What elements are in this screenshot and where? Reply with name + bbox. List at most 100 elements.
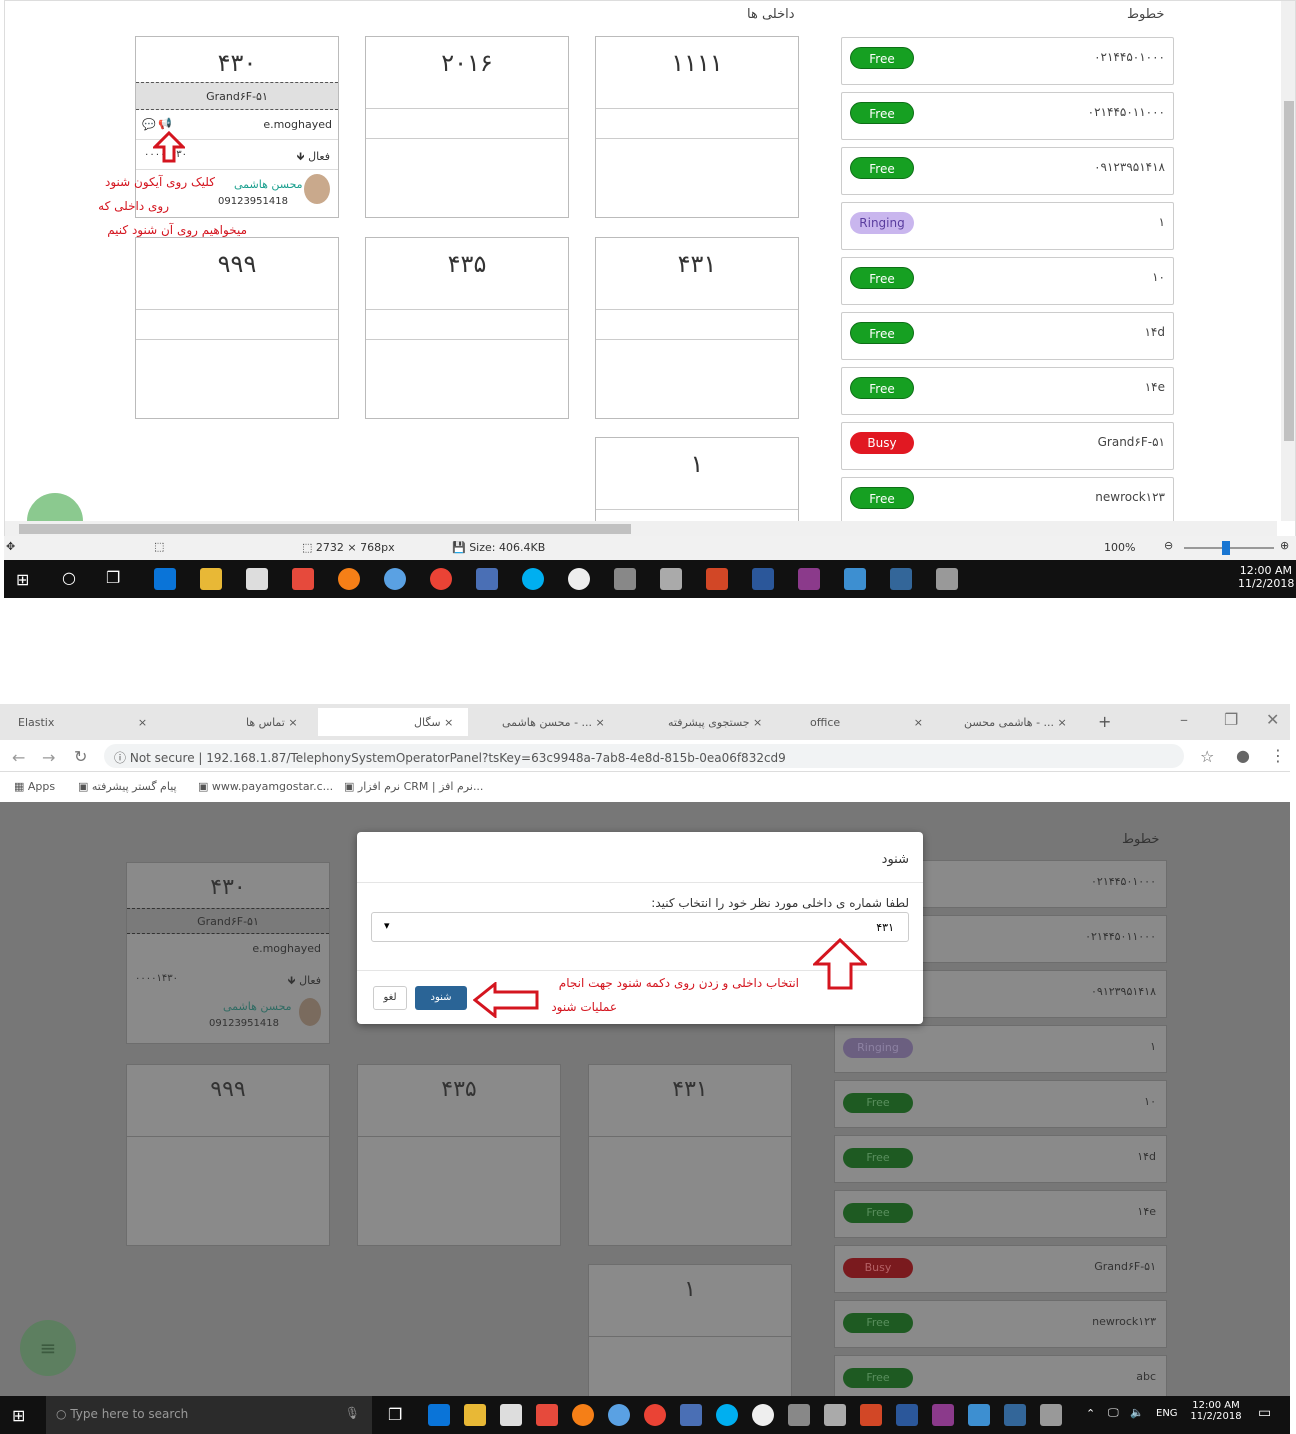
extension-tile[interactable]: ۴۳۱ [588, 1064, 792, 1246]
line-row[interactable]: Busy Grand۶F-۵۱ [841, 422, 1174, 470]
line-row[interactable]: Free ۰۲۱۴۴۵۰۱۰۰۰ [841, 37, 1174, 85]
browser-tab[interactable]: جستجوی پیشرفته × [632, 708, 782, 736]
volume-icon[interactable]: 🔈 [1130, 1406, 1144, 1419]
horizontal-scrollbar[interactable] [5, 521, 1277, 537]
line-row[interactable]: Free ۰۹۱۲۳۹۵۱۴۱۸ [841, 147, 1174, 195]
browser-icon[interactable] [384, 568, 406, 590]
extension-tile-430[interactable]: ۴۳۰ Grand۶F-۵۱ 💬 📢 e.moghayed ۰۰۰۰۱۴۳۰ 🡻… [135, 36, 339, 218]
line-row[interactable]: Free ۱۴d [841, 312, 1174, 360]
firefox-icon[interactable] [572, 1404, 594, 1426]
edge-icon[interactable] [428, 1404, 450, 1426]
task-view-icon[interactable]: ❐ [388, 1405, 402, 1424]
app-icon[interactable] [292, 568, 314, 590]
line-row[interactable]: Ringing ۱ [834, 1025, 1167, 1073]
browser-icon[interactable] [608, 1404, 630, 1426]
scrollbar-thumb[interactable] [1284, 101, 1294, 441]
cancel-button[interactable]: لغو [373, 986, 407, 1010]
remote-desktop-icon[interactable] [476, 568, 498, 590]
notifications-icon[interactable]: ▭ [1258, 1405, 1271, 1421]
bookmark[interactable]: ▣ www.payamgostar.c... [198, 780, 333, 793]
tray-chevron-icon[interactable]: ⌃ [1086, 1407, 1095, 1420]
winrar-icon[interactable] [798, 568, 820, 590]
restore-icon[interactable]: ❐ [1224, 710, 1238, 729]
skype-icon[interactable] [522, 568, 544, 590]
bookmark[interactable]: ▣ پیام گستر پیشرفته [78, 780, 177, 793]
powerpoint-icon[interactable] [860, 1404, 882, 1426]
reload-icon[interactable]: ↻ [74, 747, 87, 766]
store-icon[interactable] [246, 568, 268, 590]
browser-tab[interactable]: تماس ها × [172, 708, 312, 736]
line-row[interactable]: Free ۰۲۱۴۴۵۰۱۱۰۰۰ [841, 92, 1174, 140]
3cx-icon[interactable] [890, 568, 912, 590]
powerpoint-icon[interactable] [706, 568, 728, 590]
forward-icon[interactable]: → [42, 748, 55, 767]
bookmark-apps[interactable]: ▦ Apps [14, 780, 55, 793]
vertical-scrollbar[interactable] [1281, 1, 1295, 521]
listen-icon[interactable]: 📢 [158, 117, 172, 130]
menu-fab-button[interactable]: ≡ [20, 1320, 76, 1376]
file-explorer-icon[interactable] [200, 568, 222, 590]
extension-tile[interactable]: ۱۱۱۱ [595, 36, 799, 218]
line-row[interactable]: Free ۱۰ [841, 257, 1174, 305]
taskbar-search-input[interactable]: ○ Type here to search 🎙 [46, 1396, 372, 1434]
firefox-icon[interactable] [338, 568, 360, 590]
store-icon[interactable] [500, 1404, 522, 1426]
settings-icon[interactable] [660, 568, 682, 590]
word-icon[interactable] [752, 568, 774, 590]
extension-tile[interactable]: ۴۳۱ [595, 237, 799, 419]
word-icon[interactable] [896, 1404, 918, 1426]
browser-tab-active[interactable]: سگال × [318, 708, 468, 736]
network-app-icon[interactable] [1004, 1404, 1026, 1426]
new-tab-icon[interactable]: + [1098, 712, 1111, 731]
zoom-in-icon[interactable]: ⊕ [1280, 539, 1289, 552]
zoom-slider[interactable] [1184, 541, 1274, 555]
windows-start-icon[interactable]: ⊞ [12, 1406, 25, 1425]
file-explorer-icon[interactable] [464, 1404, 486, 1426]
star-icon[interactable]: ☆ [1200, 747, 1214, 766]
windows-start-icon[interactable]: ⊞ [16, 570, 29, 589]
zoom-slider-thumb[interactable] [1222, 541, 1230, 555]
zoom-out-icon[interactable]: ⊖ [1164, 539, 1173, 552]
skype-icon[interactable] [716, 1404, 738, 1426]
extension-tile[interactable]: ۴۳۵ [365, 237, 569, 419]
winrar-icon[interactable] [932, 1404, 954, 1426]
language-indicator[interactable]: ENG [1156, 1408, 1178, 1419]
task-view-icon[interactable]: ❐ [106, 568, 120, 587]
chrome-icon[interactable] [430, 568, 452, 590]
tools-icon[interactable] [614, 568, 636, 590]
remote-desktop-icon[interactable] [680, 1404, 702, 1426]
browser-tab[interactable]: هاشمی محسن - ... × [940, 708, 1080, 736]
bookmark[interactable]: ▣ نرم افزار CRM | نرم افز... [344, 780, 483, 793]
browser-tab[interactable]: office × [786, 708, 926, 736]
line-row[interactable]: Ringing ۱ [841, 202, 1174, 250]
line-row[interactable]: Free ۱۰ [834, 1080, 1167, 1128]
line-row[interactable]: Busy Grand۶F-۵۱ [834, 1245, 1167, 1293]
profile-icon[interactable]: ● [1236, 746, 1250, 765]
app-icon[interactable] [968, 1404, 990, 1426]
extension-tile-430[interactable]: ۴۳۰ Grand۶F-۵۱ e.moghayed ۰۰۰۰۱۴۳۰ 🡻 فعا… [126, 862, 330, 1044]
tools-icon[interactable] [788, 1404, 810, 1426]
extension-tile[interactable]: ۹۹۹ [126, 1064, 330, 1246]
chat-icon[interactable]: 💬 [142, 118, 156, 131]
edge-icon[interactable] [154, 568, 176, 590]
extension-tile[interactable]: ۹۹۹ [135, 237, 339, 419]
app-icon[interactable] [536, 1404, 558, 1426]
paint-icon[interactable] [1040, 1404, 1062, 1426]
search-tool-icon[interactable] [824, 1404, 846, 1426]
browser-tab[interactable]: Elastix × [18, 708, 168, 736]
menu-kebab-icon[interactable]: ⋮ [1270, 746, 1286, 765]
line-row[interactable]: Free ۱۴e [841, 367, 1174, 415]
extension-tile[interactable]: ۱ [588, 1264, 792, 1400]
app-icon[interactable] [568, 568, 590, 590]
browser-tab[interactable]: محسن هاشمی - ... × [478, 708, 628, 736]
line-row[interactable]: Free newrock۱۲۳ [834, 1300, 1167, 1348]
app-icon[interactable] [844, 568, 866, 590]
microphone-icon[interactable]: 🎙 [345, 1406, 360, 1420]
back-icon[interactable]: ← [12, 748, 25, 767]
app-icon[interactable] [752, 1404, 774, 1426]
close-icon[interactable]: ✕ [1266, 710, 1279, 729]
url-field[interactable]: ⓘ Not secure | 192.168.1.87/TelephonySys… [104, 744, 1184, 768]
listen-confirm-button[interactable]: شنود [415, 986, 467, 1010]
line-row[interactable]: Free ۱۴e [834, 1190, 1167, 1238]
search-circle-icon[interactable]: ○ [62, 568, 76, 587]
